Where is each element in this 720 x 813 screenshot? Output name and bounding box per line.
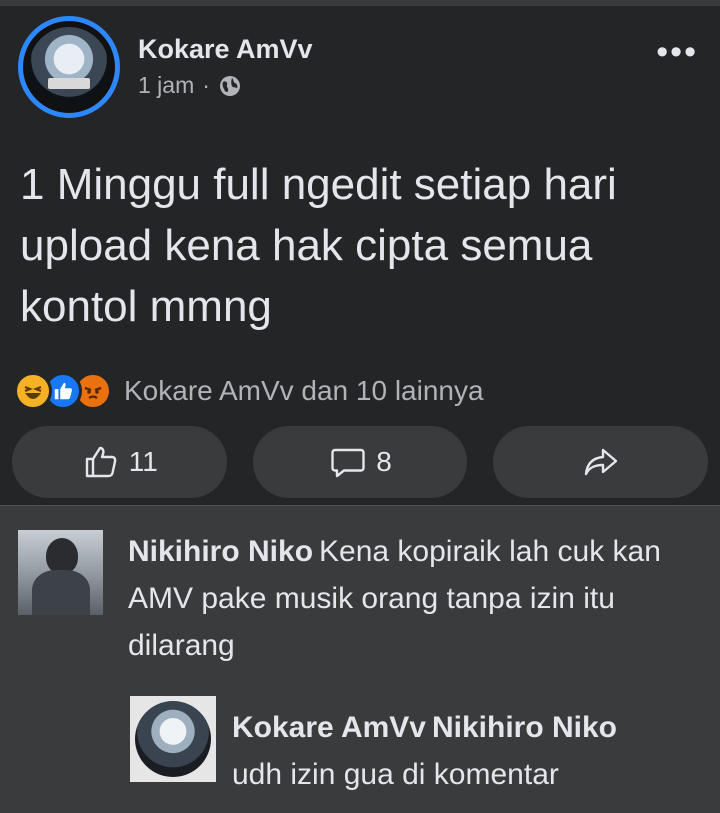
share-icon <box>584 448 617 476</box>
globe-icon <box>219 75 240 96</box>
reply-author[interactable]: Kokare AmVv <box>232 711 426 744</box>
meta-separator: · <box>202 72 210 98</box>
commenter-avatar[interactable] <box>18 530 103 615</box>
comment-button[interactable]: 8 <box>252 426 468 498</box>
post-card: Kokare AmVv 1 jam · ••• 1 Minggu full ng… <box>0 0 720 505</box>
reaction-text: Kokare AmVv dan 10 lainnya <box>124 375 484 406</box>
thumbs-up-icon <box>85 446 117 478</box>
avatar-image <box>29 27 109 107</box>
author-name[interactable]: Kokare AmVv <box>138 34 313 65</box>
reply-avatar[interactable] <box>130 696 216 782</box>
like-button[interactable]: 11 <box>12 426 227 498</box>
reaction-summary[interactable]: Kokare AmVv dan 10 lainnya <box>14 372 484 410</box>
share-button[interactable] <box>493 426 709 498</box>
avatar-image <box>135 701 211 777</box>
action-bar: 11 8 <box>12 426 709 498</box>
reply-mention[interactable]: Nikihiro Niko <box>432 711 617 744</box>
author-avatar[interactable] <box>18 16 120 118</box>
reply-item: Kokare AmVv Nikihiro Niko udh izin gua di … <box>232 704 702 798</box>
comment-author[interactable]: Nikihiro Niko <box>128 535 313 568</box>
post-meta: 1 jam · <box>138 72 242 99</box>
comment-icon <box>331 448 365 478</box>
post-time[interactable]: 1 jam <box>138 72 194 99</box>
comment-item: Nikihiro Niko Kena kopiraik lah cuk kan A… <box>128 528 708 669</box>
haha-icon <box>14 372 52 410</box>
post-text: 1 Minggu full ngedit setiap hari upload … <box>20 160 617 331</box>
more-options-icon[interactable]: ••• <box>656 35 698 69</box>
comment-count: 8 <box>376 446 392 477</box>
like-count: 11 <box>128 446 158 477</box>
comments-section: Nikihiro Niko Kena kopiraik lah cuk kan A… <box>0 505 720 813</box>
reply-text: udh izin gua di komentar <box>232 758 559 791</box>
